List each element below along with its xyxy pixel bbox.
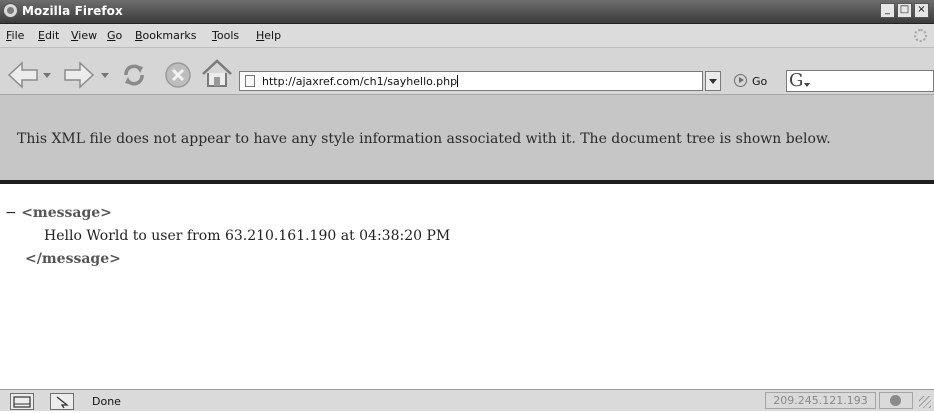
dom-inspector-button[interactable] [50, 393, 74, 410]
xml-close-tag: </message> [25, 251, 121, 267]
menu-file[interactable]: File [6, 29, 24, 42]
back-icon[interactable] [6, 60, 40, 90]
url-history-dropdown[interactable] [705, 71, 721, 91]
menu-edit[interactable]: Edit [38, 29, 59, 42]
window-icon [13, 396, 31, 408]
status-indicator [879, 392, 913, 409]
go-icon[interactable] [734, 74, 747, 87]
status-bar: Done 209.245.121.193 [0, 389, 934, 411]
close-button[interactable]: × [914, 3, 929, 18]
back-dropdown-icon[interactable] [42, 71, 52, 79]
go-button[interactable]: Go [752, 75, 767, 88]
menu-view[interactable]: View [71, 29, 97, 42]
menu-help[interactable]: Help [256, 29, 281, 42]
home-icon[interactable] [200, 58, 234, 90]
xml-open-line: − <message> [5, 205, 112, 221]
url-bar[interactable]: http://ajaxref.com/ch1/sayhello.php [239, 71, 703, 91]
url-input[interactable]: http://ajaxref.com/ch1/sayhello.php [262, 75, 459, 88]
chevron-down-icon [709, 79, 717, 84]
menu-bookmarks[interactable]: Bookmarks [135, 29, 196, 42]
check-icon [890, 395, 901, 406]
status-text: Done [92, 395, 121, 408]
resize-grip-icon[interactable] [919, 396, 931, 408]
view-toggle-button[interactable] [10, 393, 34, 410]
collapse-toggle[interactable]: − [5, 205, 17, 221]
maximize-button[interactable]: □ [897, 3, 912, 18]
menu-tools[interactable]: Tools [212, 29, 239, 42]
xml-text-node: Hello World to user from 63.210.161.190 … [44, 228, 451, 244]
title-bar: Mozilla Firefox _ □ × [0, 0, 934, 24]
xml-close-line: </message> [25, 251, 121, 267]
menu-go[interactable]: Go [107, 29, 122, 42]
inspect-icon [56, 396, 69, 409]
server-ip: 209.245.121.193 [765, 392, 876, 409]
xml-open-tag: <message> [21, 205, 112, 221]
menu-bar: File Edit View Go Bookmarks Tools Help [0, 24, 934, 48]
reload-icon[interactable] [118, 59, 150, 91]
xml-info-text: This XML file does not appear to have an… [17, 131, 831, 147]
firefox-icon [3, 3, 18, 18]
google-search-engine-icon[interactable]: G [789, 71, 811, 91]
forward-dropdown-icon[interactable] [100, 71, 110, 79]
activity-throbber-icon [914, 29, 927, 42]
window-title: Mozilla Firefox [22, 4, 123, 18]
page-icon [245, 75, 255, 87]
search-box[interactable]: G [786, 70, 934, 92]
xml-info-banner: This XML file does not appear to have an… [0, 95, 934, 184]
text-caret [457, 75, 459, 87]
forward-icon[interactable] [62, 60, 96, 90]
minimize-button[interactable]: _ [880, 3, 895, 18]
stop-icon[interactable] [163, 60, 193, 90]
